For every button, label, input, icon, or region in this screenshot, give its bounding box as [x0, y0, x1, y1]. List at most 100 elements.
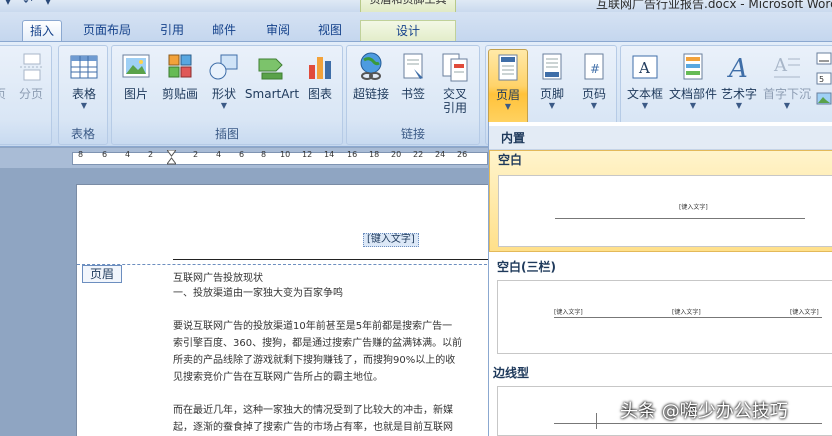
footer-icon [536, 51, 568, 83]
shapes-button[interactable]: 形状 ▼ [204, 49, 244, 123]
dropdown-arrow-icon[interactable]: ▾ [0, 0, 16, 8]
wordart-icon: A [723, 51, 755, 84]
page-number-button[interactable]: # 页码 ▼ [574, 49, 614, 123]
header-rule [173, 259, 488, 260]
header-gallery: 内置 空白 [键入文字] 空白(三栏) [键入文字] [键入文字] [键入文字]… [488, 122, 832, 436]
doc-line: 一、投放渠道由一家独大变为百家争鸣 [173, 288, 343, 299]
chart-icon [304, 51, 336, 83]
cross-reference-button[interactable]: 交叉 引用 [435, 49, 475, 123]
tab-insert[interactable]: 插入 [22, 20, 62, 42]
thumb-rule [554, 317, 822, 318]
tab-references[interactable]: 引用 [152, 20, 192, 42]
dropdown-arrow-icon: ▼ [220, 101, 228, 110]
page-icon [0, 51, 7, 83]
page-break-icon [15, 51, 47, 83]
clipart-button[interactable]: 剪贴画 [156, 49, 204, 123]
document-workspace: 8 6 4 2 2 4 6 8 10 12 14 16 18 20 22 24 … [0, 148, 488, 436]
quick-parts-icon [677, 51, 709, 83]
ruler-tick: 18 [369, 150, 380, 159]
ruler-tick: 2 [193, 150, 199, 159]
dropdown-arrow-icon: ▼ [641, 101, 649, 110]
cross-reference-label-1: 交叉 [442, 87, 467, 101]
doc-line: 见搜索竞价广告在互联网广告所占的霸主地位。 [173, 372, 383, 383]
bookmark-button[interactable]: 书签 [395, 49, 431, 123]
smartart-button[interactable]: SmartArt [242, 49, 302, 123]
document-title: 互联网广告行业报告.docx - Microsoft Word [596, 0, 832, 11]
undo-icon[interactable]: ↶ [20, 0, 36, 8]
dropdown-arrow-icon: ▼ [590, 101, 598, 110]
ruler-tick: 16 [347, 150, 358, 159]
ruler-tick: 8 [261, 150, 267, 159]
svg-text:#: # [590, 62, 600, 76]
signature-icon [816, 51, 832, 67]
gallery-section-builtin: 内置 [489, 126, 832, 150]
header-placeholder-field[interactable]: [键入文字] [363, 233, 419, 247]
gallery-item-blank-three-column[interactable]: 空白(三栏) [键入文字] [键入文字] [键入文字] [489, 258, 832, 358]
table-icon [68, 51, 100, 83]
gallery-item-blank[interactable]: 空白 [键入文字] [489, 150, 832, 252]
signature-line-button[interactable]: 5 [815, 49, 832, 109]
ruler-tick: 20 [391, 150, 402, 159]
ruler-tick: 6 [102, 150, 108, 159]
gallery-item-name: 边线型 [493, 366, 530, 380]
illustrations-group-label: 插图 [214, 127, 239, 141]
thumb-rule [554, 423, 822, 424]
tab-mailings[interactable]: 邮件 [204, 20, 244, 42]
indent-marker-icon[interactable] [166, 149, 177, 166]
page-number-icon: # [578, 51, 610, 83]
text-box-button[interactable]: A 文本框 ▼ [623, 49, 667, 123]
dropdown-arrow-icon: ▼ [689, 101, 697, 110]
tab-review[interactable]: 审阅 [258, 20, 298, 42]
clipart-icon [164, 51, 196, 83]
ruler-tick: 24 [435, 150, 446, 159]
header-tag: 页眉 [82, 265, 122, 283]
header-button[interactable]: 页眉 ▼ [488, 49, 528, 131]
ruler-tick: 4 [125, 150, 131, 159]
thumb-rule [555, 218, 805, 219]
date-time-icon: 5 [816, 71, 832, 87]
svg-text:A: A [638, 59, 650, 77]
header-icon [492, 52, 524, 84]
thumb-placeholder: [键入文字] [672, 309, 701, 316]
doc-line: 互联网广告投放现状 [173, 273, 263, 284]
picture-button[interactable]: 图片 [116, 49, 156, 123]
ruler-tick: 6 [239, 150, 245, 159]
ruler-tick: 22 [413, 150, 424, 159]
bookmark-icon [397, 51, 429, 83]
ruler-tick: 2 [148, 150, 154, 159]
page-break-button[interactable]: 分页 [13, 49, 49, 123]
doc-line: 索引擎百度、360、搜狗，都是通过搜索广告赚的盆满钵满。以前 [173, 338, 463, 349]
ruler-tick: 14 [324, 150, 335, 159]
horizontal-ruler[interactable]: 8 6 4 2 2 4 6 8 10 12 14 16 18 20 22 24 … [0, 148, 488, 168]
table-group-label: 表格 [70, 127, 95, 141]
tab-page-layout[interactable]: 页面布局 [74, 20, 140, 42]
hyperlink-button[interactable]: 超链接 [349, 49, 393, 123]
thumb-placeholder: [键入文字] [554, 309, 583, 316]
tab-view[interactable]: 视图 [310, 20, 350, 42]
dropdown-arrow-icon: ▼ [735, 101, 743, 110]
table-button[interactable]: 表格 ▼ [61, 49, 107, 123]
gallery-thumbnail: [键入文字] [498, 175, 832, 247]
thumb-divider [596, 413, 597, 429]
ruler-tick: 12 [302, 150, 313, 159]
quick-parts-button[interactable]: 文档部件 ▼ [667, 49, 719, 123]
customize-arrow-icon[interactable]: ▾ [40, 0, 56, 8]
drop-cap-button[interactable]: A 首字下沉 ▼ [761, 49, 813, 123]
chart-button[interactable]: 图表 [302, 49, 338, 123]
doc-line: 而在最近几年，这种一家独大的情况受到了比较大的冲击，新媒 [173, 405, 453, 416]
title-bar: ▾ ↶ ▾ 页眉和页脚工具 互联网广告行业报告.docx - Microsoft… [0, 0, 832, 14]
illustrations-group: 图片 剪贴画 形状 ▼ SmartArt 图表 插图 [111, 45, 343, 145]
pages-group: 页 分页 [0, 45, 52, 145]
ruler-tick: 26 [457, 150, 468, 159]
cover-page-button[interactable]: 页 [0, 49, 7, 123]
object-icon [816, 91, 832, 107]
footer-button[interactable]: 页脚 ▼ [532, 49, 572, 123]
document-page[interactable]: [键入文字] 页眉 互联网广告投放现状 一、投放渠道由一家独大变为百家争鸣 要说… [76, 184, 488, 436]
gallery-item-name: 空白 [498, 153, 523, 167]
ribbon-tabs: 插入 页面布局 引用 邮件 审阅 视图 设计 [0, 12, 832, 42]
tab-design[interactable]: 设计 [360, 20, 456, 42]
wordart-button[interactable]: A 艺术字 ▼ [719, 49, 759, 123]
drop-cap-icon: A [771, 51, 803, 83]
smartart-icon [256, 51, 288, 83]
doc-line: 起，逐渐的蚕食掉了搜索广告的市场占有率，也就是目前互联网 [173, 422, 453, 433]
